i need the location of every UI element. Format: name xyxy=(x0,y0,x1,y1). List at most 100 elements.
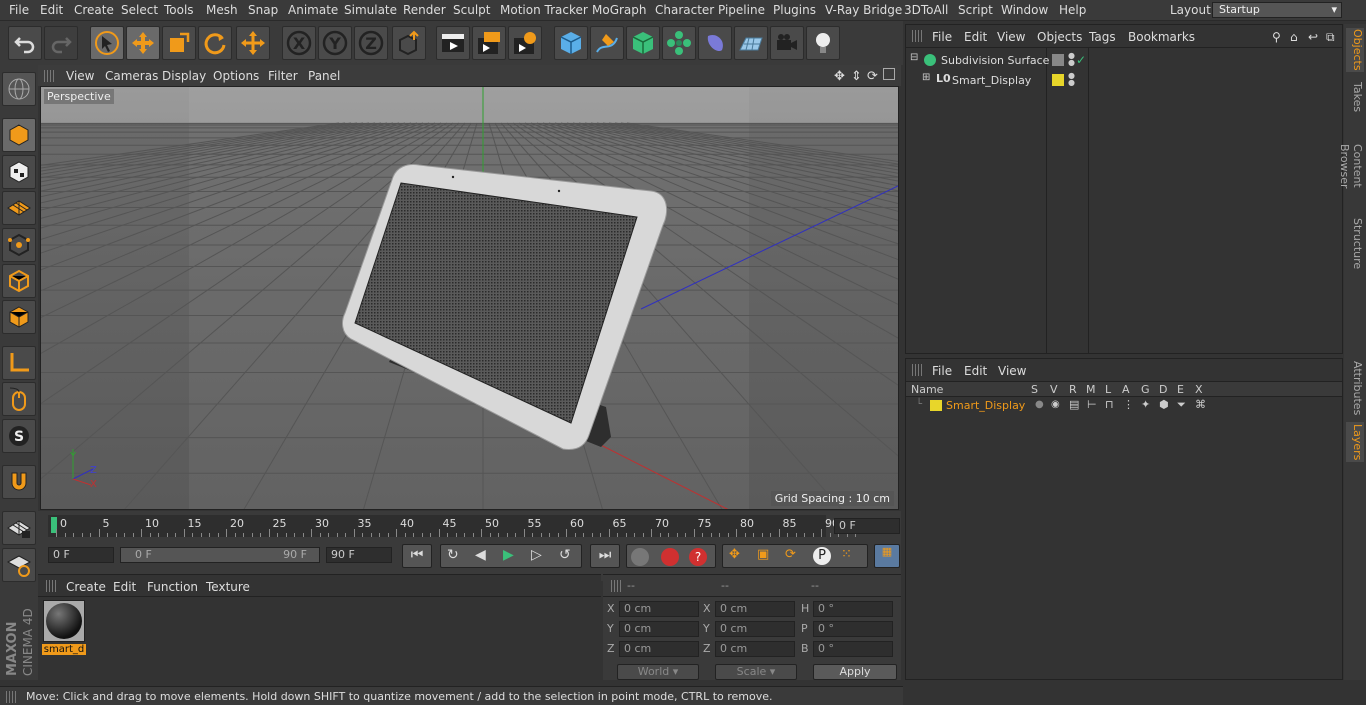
timeline-ruler[interactable]: 0 5 10 15 20 25 30 35 40 45 50 55 60 65 70 75 80 85 90 xyxy=(48,515,856,537)
add-camera-button[interactable] xyxy=(770,26,804,60)
column-render[interactable]: R xyxy=(1069,383,1077,396)
layer-menu-view[interactable]: View xyxy=(998,364,1026,378)
layer-manager-icon[interactable]: ⊢ xyxy=(1087,398,1097,411)
layer-visible-icon[interactable]: ◉ xyxy=(1051,399,1060,410)
panel-grip[interactable] xyxy=(46,580,56,592)
tab-takes[interactable]: Takes xyxy=(1346,80,1364,114)
column-animation[interactable]: A xyxy=(1122,383,1130,396)
make-editable-button[interactable] xyxy=(2,72,36,106)
menu-edit[interactable]: Edit xyxy=(40,3,63,17)
layer-row[interactable]: └ Smart_Display ● ◉ ▤ ⊢ ⊓ ⋮ ✦ ⬢ ⏷ ⌘ xyxy=(906,398,1342,414)
layer-animation-icon[interactable]: ⋮ xyxy=(1123,398,1134,411)
apply-button[interactable]: Apply xyxy=(813,664,897,680)
object-menu-tags[interactable]: Tags xyxy=(1089,30,1116,44)
menu-motion-tracker[interactable]: Motion Tracker xyxy=(500,3,588,17)
panel-grip[interactable] xyxy=(912,364,922,376)
workplane-mode-button[interactable] xyxy=(2,191,36,225)
layer-tag-icon[interactable] xyxy=(1052,54,1064,66)
material-menu-create[interactable]: Create xyxy=(66,580,106,594)
coord-value-field[interactable]: 0 cm xyxy=(619,621,699,637)
expand-icon[interactable]: ⊞ xyxy=(922,72,930,83)
menu-animate[interactable]: Animate xyxy=(288,3,338,17)
column-name[interactable]: Name xyxy=(911,383,943,396)
coord-value-field[interactable]: 0 cm xyxy=(619,641,699,657)
coord-value-field[interactable]: 0 cm xyxy=(715,601,795,617)
menu-help[interactable]: Help xyxy=(1059,3,1086,17)
menu-snap[interactable]: Snap xyxy=(248,3,278,17)
column-locked[interactable]: L xyxy=(1105,383,1111,396)
coord-value-field[interactable]: 0 ° xyxy=(813,641,893,657)
enable-snap-button[interactable] xyxy=(2,465,36,499)
tab-structure[interactable]: Structure xyxy=(1346,218,1364,270)
goto-end-button[interactable]: ⏭ xyxy=(590,544,620,568)
add-cloner-button[interactable] xyxy=(662,26,696,60)
timeline-window-button[interactable]: ▦ xyxy=(874,544,900,568)
model-mode-button[interactable] xyxy=(2,118,36,152)
viewport-pan-icon[interactable]: ✥ xyxy=(834,69,845,84)
coord-size-mode-select[interactable]: Scale ▾ xyxy=(715,664,797,680)
object-row[interactable]: ⊞ L0 Smart_Display ● ● xyxy=(906,72,1342,90)
tab-attributes[interactable]: Attributes xyxy=(1346,360,1364,416)
object-name[interactable]: Subdivision Surface xyxy=(941,54,1049,67)
coord-value-field[interactable]: 0 ° xyxy=(813,601,893,617)
menu-file[interactable]: File xyxy=(9,3,29,17)
coord-value-field[interactable]: 0 ° xyxy=(813,621,893,637)
visibility-dots[interactable]: ● ● xyxy=(1068,72,1075,87)
texture-mode-button[interactable] xyxy=(2,155,36,189)
play-icon[interactable]: ▶ xyxy=(503,545,514,565)
layer-name[interactable]: Smart_Display xyxy=(946,399,1025,412)
layer-lock-icon[interactable]: ⊓ xyxy=(1105,398,1114,411)
column-visible[interactable]: V xyxy=(1050,383,1058,396)
snap-button[interactable]: S xyxy=(2,419,36,453)
collapse-icon[interactable]: ⊟ xyxy=(910,52,918,63)
perspective-viewport[interactable]: Y Z X Perspective Grid Spacing : 10 cm xyxy=(40,86,899,510)
planar-workplane-button[interactable] xyxy=(2,548,36,582)
coord-value-field[interactable]: 0 cm xyxy=(715,641,795,657)
viewport-dolly-icon[interactable]: ⇕ xyxy=(851,69,862,84)
polygon-mode-button[interactable] xyxy=(2,300,36,334)
search-icon[interactable]: ⚲ xyxy=(1272,30,1281,44)
frame-range-slider[interactable]: 0 F 90 F xyxy=(120,547,320,563)
viewport-menu-panel[interactable]: Panel xyxy=(308,69,340,83)
menu-vray-bridge[interactable]: V-Ray Bridge xyxy=(825,3,902,17)
column-xref[interactable]: X xyxy=(1195,383,1203,396)
object-menu-bookmarks[interactable]: Bookmarks xyxy=(1128,30,1195,44)
layer-render-icon[interactable]: ▤ xyxy=(1069,398,1079,411)
record-keyframe-icon[interactable] xyxy=(661,548,679,566)
panel-grip[interactable] xyxy=(912,30,922,42)
step-forward-icon[interactable]: ▷ xyxy=(531,545,542,565)
add-light-button[interactable] xyxy=(806,26,840,60)
layer-menu-edit[interactable]: Edit xyxy=(964,364,987,378)
end-frame-field[interactable]: 90 F xyxy=(326,547,392,563)
object-name[interactable]: Smart_Display xyxy=(952,74,1031,87)
menu-create[interactable]: Create xyxy=(74,3,114,17)
column-manager[interactable]: M xyxy=(1086,383,1096,396)
layer-deformer-icon[interactable]: ⬢ xyxy=(1159,398,1169,411)
coordinate-system-button[interactable] xyxy=(392,26,426,60)
viewport-menu-filter[interactable]: Filter xyxy=(268,69,298,83)
start-frame-field[interactable]: 0 F xyxy=(48,547,114,563)
viewport-menu-view[interactable]: View xyxy=(66,69,94,83)
back-icon[interactable]: ↩ xyxy=(1308,30,1318,44)
menu-simulate[interactable]: Simulate xyxy=(344,3,397,17)
key-parameter-icon[interactable]: P xyxy=(813,547,831,565)
loop-forward-icon[interactable]: ↺ xyxy=(559,545,571,565)
coord-value-field[interactable]: 0 cm xyxy=(715,621,795,637)
rotate-tool-button[interactable] xyxy=(198,26,232,60)
x-axis-lock-button[interactable]: X xyxy=(282,26,316,60)
scale-tool-button[interactable] xyxy=(162,26,196,60)
key-rotation-icon[interactable]: ⟳ xyxy=(785,545,796,565)
menu-window[interactable]: Window xyxy=(1001,3,1048,17)
tab-layers[interactable]: Layers xyxy=(1346,422,1364,462)
panel-grip[interactable] xyxy=(611,580,621,592)
home-icon[interactable]: ⌂ xyxy=(1290,30,1298,44)
object-menu-file[interactable]: File xyxy=(932,30,952,44)
panel-grip[interactable] xyxy=(44,70,54,82)
menu-plugins[interactable]: Plugins xyxy=(773,3,816,17)
layer-expression-icon[interactable]: ⏷ xyxy=(1177,398,1186,412)
autokey-icon[interactable]: ? xyxy=(689,548,707,566)
y-axis-lock-button[interactable]: Y xyxy=(318,26,352,60)
add-floor-button[interactable] xyxy=(734,26,768,60)
add-spline-button[interactable] xyxy=(590,26,624,60)
material-swatch[interactable]: smart_d xyxy=(42,600,86,658)
